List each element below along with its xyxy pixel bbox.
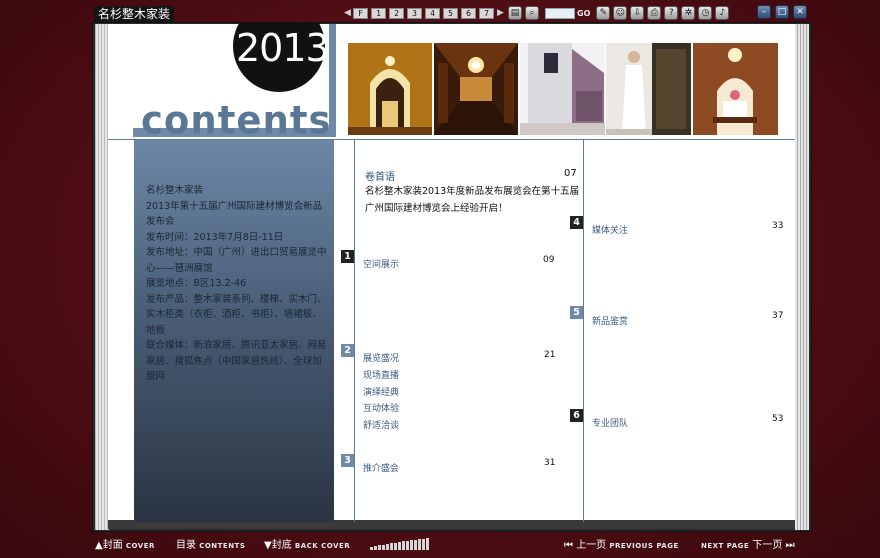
help-icon[interactable]: ? — [664, 6, 679, 20]
page-navigator: ◀ F 1 2 3 4 5 6 7 ▶ — [344, 7, 504, 19]
back-cover-button[interactable]: ▼封底 BACK COVER — [264, 539, 350, 553]
next-page-label-en: NEXT PAGE — [701, 542, 750, 550]
section-badge: 4 — [570, 216, 583, 229]
page-stack-right — [795, 24, 809, 530]
cover-label: 封面 — [102, 540, 123, 551]
save-icon[interactable]: ▤ — [508, 6, 522, 20]
page-thumb-button[interactable]: 7 — [479, 7, 494, 19]
goto-page: GO — [545, 7, 590, 19]
photo-corridor — [434, 43, 518, 135]
volume-slider[interactable] — [370, 538, 429, 550]
close-icon[interactable]: ✕ — [793, 5, 807, 19]
contents-heading: contents — [141, 97, 332, 144]
toc-link[interactable]: 空间展示 — [363, 257, 399, 270]
toc-link[interactable]: 新品鉴赏 — [592, 314, 628, 327]
toc-link[interactable]: 演绎经典 — [363, 385, 399, 398]
comment-icon[interactable]: ✎ — [596, 6, 611, 20]
user-icon[interactable]: ☺ — [613, 6, 628, 20]
column-divider-right — [583, 139, 584, 522]
app-title: 名杉整木家装 — [94, 6, 175, 22]
event-info-line: 名杉整木家装 — [146, 185, 204, 196]
page-thumb-button[interactable]: 6 — [461, 7, 476, 19]
prev-page-arrow-icon[interactable]: ◀ — [344, 7, 351, 19]
contents-label: 目录 — [176, 540, 196, 551]
clock-icon[interactable]: ◷ — [698, 6, 713, 20]
page-thumb-button[interactable]: 5 — [443, 7, 458, 19]
sound-icon[interactable]: ♪ — [715, 6, 730, 20]
toc-preface-title[interactable]: 卷首语 — [365, 168, 395, 183]
next-page-arrow-icon[interactable]: ▶ — [497, 7, 504, 19]
goto-page-input[interactable] — [545, 7, 575, 19]
toc-link[interactable]: 推介盛会 — [363, 461, 399, 474]
section-badge: 1 — [341, 250, 354, 263]
header-divider — [108, 139, 795, 140]
page-thumb-button[interactable]: 3 — [407, 7, 422, 19]
download-icon[interactable]: ⇩ — [630, 6, 645, 20]
next-page-button[interactable]: NEXT PAGE 下一页 ⏭ — [701, 539, 795, 553]
event-info-line: 发布地址：中国（广州）进出口贸易展览中心——琶洲展馆 — [146, 247, 327, 274]
toc-link[interactable]: 专业团队 — [592, 416, 628, 429]
event-info-line: 发布时间：2013年7月8日-11日 — [146, 231, 284, 243]
toc-page-number: 53 — [772, 414, 784, 424]
section-badge: 5 — [570, 306, 583, 319]
minimize-icon[interactable]: – — [757, 5, 771, 19]
toc-page-number: 37 — [772, 311, 784, 321]
cover-button[interactable]: ▲封面 COVER — [95, 539, 155, 553]
photo-model-in-dress — [606, 43, 691, 135]
toc-link[interactable]: 媒体关注 — [592, 223, 628, 236]
next-page-label: 下一页 — [752, 540, 783, 551]
contents-label-en: CONTENTS — [199, 542, 246, 550]
page-thumb-button[interactable]: 4 — [425, 7, 440, 19]
go-button[interactable]: GO — [577, 9, 590, 18]
previous-page-button[interactable]: ⏮ 上一页 PREVIOUS PAGE — [564, 539, 679, 553]
down-arrow-icon: ▼ — [264, 540, 272, 551]
up-arrow-icon: ▲ — [95, 540, 103, 551]
page-stack-left — [95, 24, 109, 530]
bottom-navigation-bar: ▲封面 COVER 目录 CONTENTS ▼封底 BACK COVER ⏮ 上… — [0, 534, 880, 558]
event-info-line: 展览地点：B区13.2-46 — [146, 278, 247, 289]
toc-link[interactable]: 现场直播 — [363, 368, 399, 381]
page-thumb-button[interactable]: 2 — [389, 7, 404, 19]
photo-arched-doorway — [348, 43, 432, 135]
back-cover-label: 封底 — [271, 540, 292, 551]
toolbar-icons: ▤ ⌕ GO ✎ ☺ ⇩ ⎙ ? ✲ ◷ ♪ — [508, 5, 730, 21]
print-icon[interactable]: ⎙ — [647, 6, 662, 20]
year-heading: 2013 — [236, 26, 330, 70]
column-divider-left — [354, 139, 355, 522]
toc-link[interactable]: 舒适洽谈 — [363, 418, 399, 431]
toc-link[interactable]: 展览盛况 — [363, 351, 399, 364]
toc-page-number: 31 — [544, 458, 556, 468]
previous-page-label-en: PREVIOUS PAGE — [609, 542, 679, 550]
settings-icon[interactable]: ✲ — [681, 6, 696, 20]
contents-button[interactable]: 目录 CONTENTS — [176, 539, 245, 553]
page-thumb-button[interactable]: F — [353, 7, 368, 19]
photo-living-room — [693, 43, 778, 135]
section-badge: 2 — [341, 344, 354, 357]
zoom-icon[interactable]: ⌕ — [525, 6, 539, 20]
back-cover-label-en: BACK COVER — [294, 542, 351, 550]
cover-label-en: COVER — [125, 542, 155, 550]
event-info-line: 联合媒体：新浪家居、腾讯亚太家居、网易家居、搜狐焦点（中国家居热线）、全球加盟网 — [146, 340, 327, 382]
page-thumb-button[interactable]: 1 — [371, 7, 386, 19]
toc-page-number: 21 — [544, 350, 556, 360]
toc-preface-page: 07 — [564, 168, 577, 179]
toc-preface-text: 名杉整木家装2013年度新品发布展览会在第十五届广州国际建材博览会上经验开启！ — [365, 186, 580, 214]
photo-exhibition-booth — [520, 43, 605, 135]
event-info-line: 发布产品：整木家装系列、楼梯、实木门、实木柜类（衣柜、酒柜、书柜）、墙裙板、地板 — [146, 293, 327, 336]
toc-page-number: 33 — [772, 221, 784, 231]
event-info-text: 名杉整木家装 2013年第十五届广州国际建材博览会新品发布会 发布时间：2013… — [146, 183, 328, 385]
section-badge: 6 — [570, 409, 583, 422]
section-badge: 3 — [341, 454, 354, 467]
first-page-icon: ⏮ — [564, 540, 573, 551]
previous-page-label: 上一页 — [576, 540, 607, 551]
toc-page-number: 09 — [543, 255, 555, 265]
last-page-icon: ⏭ — [785, 540, 795, 551]
toc-link[interactable]: 互动体验 — [363, 401, 399, 414]
window-controls: – □ ✕ — [757, 5, 807, 19]
event-info-line: 2013年第十五届广州国际建材博览会新品发布会 — [146, 200, 323, 228]
maximize-icon[interactable]: □ — [775, 5, 789, 19]
